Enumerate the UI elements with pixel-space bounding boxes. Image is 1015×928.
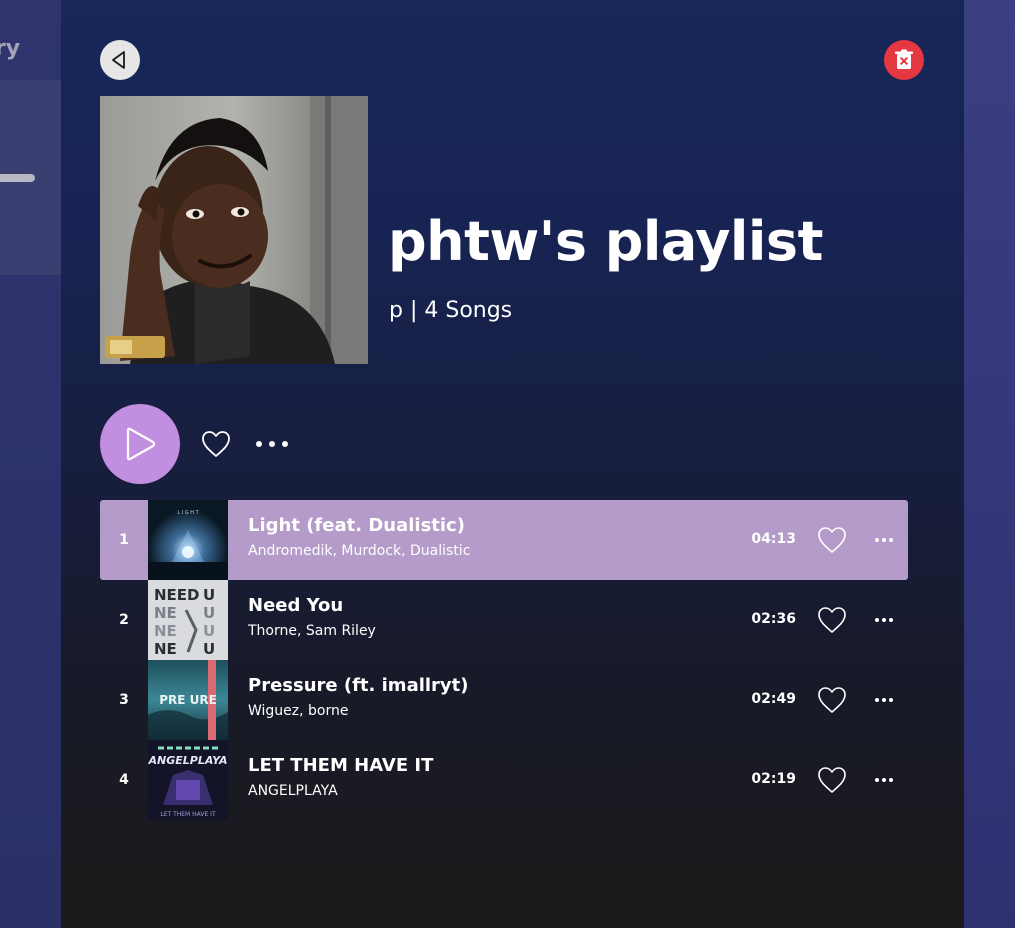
back-button[interactable] (100, 40, 140, 80)
track-row[interactable]: 2 NEED NE NE NE U U U U Need You Thorne,… (100, 580, 908, 660)
svg-text:NEED: NEED (154, 586, 200, 604)
track-artwork: PRE URE (148, 660, 228, 740)
playlist-meta: p | 4 Songs (389, 298, 513, 323)
svg-text:PRE URE: PRE URE (159, 693, 217, 707)
delete-playlist-button[interactable] (884, 40, 924, 80)
back-arrow-icon (112, 51, 125, 69)
playlist-cover-image (100, 96, 368, 364)
svg-text:NE: NE (154, 604, 177, 622)
track-like-button[interactable] (816, 524, 848, 556)
svg-text:NE: NE (154, 622, 177, 640)
track-row[interactable]: 1 L I G H T Light (feat. Dualistic) Andr… (100, 500, 908, 580)
track-duration: 02:49 (751, 691, 796, 707)
track-like-button[interactable] (816, 684, 848, 716)
track-like-button[interactable] (816, 604, 848, 636)
svg-text:U: U (203, 604, 215, 622)
track-artwork: NEED NE NE NE U U U U (148, 580, 228, 660)
svg-text:ANGELPLAYA: ANGELPLAYA (148, 754, 228, 767)
track-duration: 02:36 (751, 611, 796, 627)
track-row[interactable]: 4 ANGELPLAYA LET THEM HAVE IT LET THEM H… (100, 740, 908, 820)
track-row[interactable]: 3 PRE URE Pressure (ft. imallryt) Wiguez… (100, 660, 908, 740)
track-duration: 02:19 (751, 771, 796, 787)
heart-icon (818, 767, 846, 793)
playlist-view: phtw's playlist p | 4 Songs 1 L I G H T … (61, 0, 964, 928)
more-dots-icon (875, 618, 893, 622)
track-more-button[interactable] (870, 528, 898, 552)
more-dots-icon (875, 698, 893, 702)
track-artists: ANGELPLAYA (248, 783, 338, 799)
svg-text:L I G H T: L I G H T (177, 510, 199, 516)
svg-text:LET THEM HAVE IT: LET THEM HAVE IT (160, 811, 216, 818)
more-dots-icon (875, 538, 893, 542)
heart-icon (818, 527, 846, 553)
track-title: Light (feat. Dualistic) (248, 515, 465, 536)
playlist-title: phtw's playlist (388, 210, 823, 273)
track-more-button[interactable] (870, 608, 898, 632)
track-duration: 04:13 (751, 531, 796, 547)
track-artists: Thorne, Sam Riley (248, 623, 376, 639)
svg-text:U: U (203, 640, 215, 658)
play-button[interactable] (100, 404, 180, 484)
track-artists: Andromedik, Murdock, Dualistic (248, 543, 471, 559)
track-more-button[interactable] (870, 768, 898, 792)
track-number: 4 (119, 772, 129, 788)
heart-icon (202, 431, 230, 457)
like-playlist-button[interactable] (200, 428, 232, 460)
sidebar-title: ary (0, 36, 21, 61)
track-list: 1 L I G H T Light (feat. Dualistic) Andr… (100, 500, 908, 820)
sidebar-slider[interactable] (0, 174, 35, 182)
track-title: Need You (248, 595, 344, 616)
playlist-more-button[interactable] (253, 428, 291, 460)
trash-icon (895, 49, 913, 69)
track-number: 3 (119, 692, 129, 708)
track-more-button[interactable] (870, 688, 898, 712)
more-dots-icon (256, 441, 288, 447)
svg-text:U: U (203, 586, 215, 604)
track-number: 1 (119, 532, 129, 548)
more-dots-icon (875, 778, 893, 782)
track-like-button[interactable] (816, 764, 848, 796)
svg-text:NE: NE (154, 640, 177, 658)
track-artwork: L I G H T (148, 500, 228, 580)
svg-text:U: U (203, 622, 215, 640)
background-edge (964, 0, 1015, 928)
heart-icon (818, 687, 846, 713)
track-artists: Wiguez, borne (248, 703, 349, 719)
track-title: Pressure (ft. imallryt) (248, 675, 469, 696)
play-icon (126, 427, 156, 461)
library-sidebar: ary (0, 0, 61, 928)
track-number: 2 (119, 612, 129, 628)
heart-icon (818, 607, 846, 633)
track-title: LET THEM HAVE IT (248, 755, 434, 776)
track-artwork: ANGELPLAYA LET THEM HAVE IT (148, 740, 228, 820)
